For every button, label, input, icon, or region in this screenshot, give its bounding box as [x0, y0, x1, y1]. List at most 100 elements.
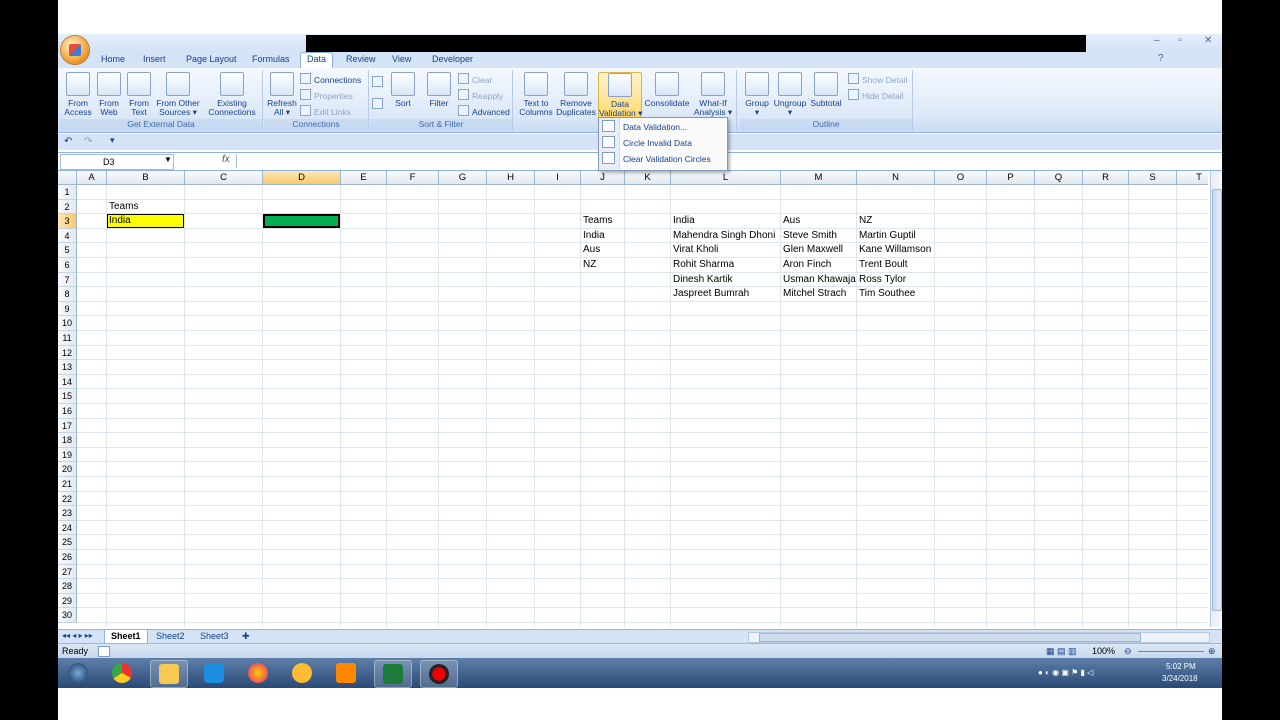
- from-access-button[interactable]: From Access: [62, 72, 94, 117]
- row-header-17[interactable]: 17: [58, 418, 77, 434]
- sheet-tab-sheet2[interactable]: Sheet2: [150, 630, 191, 643]
- clear-filter-button[interactable]: Clear: [458, 73, 492, 85]
- firefox-icon[interactable]: [240, 660, 276, 686]
- show-detail-button[interactable]: Show Detail: [848, 73, 907, 85]
- chrome-icon[interactable]: [104, 660, 140, 686]
- select-all-corner[interactable]: [58, 171, 77, 185]
- row-header-8[interactable]: 8: [58, 287, 77, 302]
- cell-j4[interactable]: India: [581, 229, 605, 243]
- what-if-analysis-button[interactable]: What-If Analysis ▾: [692, 72, 734, 117]
- cell-m5[interactable]: Glen Maxwell: [781, 243, 843, 257]
- existing-connections-button[interactable]: Existing Connections: [206, 72, 258, 117]
- column-header-t[interactable]: T: [1177, 171, 1208, 185]
- row-header-28[interactable]: 28: [58, 579, 77, 594]
- column-header-d[interactable]: D: [263, 171, 341, 185]
- row-header-20[interactable]: 20: [58, 462, 77, 477]
- fx-icon[interactable]: fx: [222, 154, 230, 165]
- cell-j5[interactable]: Aus: [581, 243, 600, 257]
- clock-date[interactable]: 3/24/2018: [1162, 674, 1198, 683]
- start-orb-icon[interactable]: [60, 660, 96, 686]
- edit-links-button[interactable]: Edit Links: [300, 105, 351, 117]
- cell-n3[interactable]: NZ: [857, 214, 872, 228]
- row-header-15[interactable]: 15: [58, 389, 77, 404]
- text-to-columns-button[interactable]: Text to Columns: [516, 72, 556, 117]
- minimize-icon[interactable]: –: [1154, 35, 1160, 46]
- restore-icon[interactable]: ▫: [1178, 35, 1182, 46]
- skype-icon[interactable]: [196, 660, 232, 686]
- remove-duplicates-button[interactable]: Remove Duplicates: [556, 72, 596, 117]
- column-header-o[interactable]: O: [935, 171, 987, 185]
- column-header-q[interactable]: Q: [1035, 171, 1083, 185]
- row-header-24[interactable]: 24: [58, 520, 77, 536]
- zoom-in-icon[interactable]: ⊕: [1208, 646, 1216, 657]
- from-text-button[interactable]: From Text: [124, 72, 154, 117]
- tab-home[interactable]: Home: [101, 54, 125, 64]
- insert-sheet-icon[interactable]: ✚: [236, 630, 256, 643]
- cell-n6[interactable]: Trent Boult: [857, 258, 908, 272]
- column-header-j[interactable]: J: [581, 171, 625, 185]
- column-header-n[interactable]: N: [857, 171, 935, 185]
- cell-m3[interactable]: Aus: [781, 214, 800, 228]
- column-header-f[interactable]: F: [387, 171, 439, 185]
- cell-n8[interactable]: Tim Southee: [857, 287, 915, 301]
- row-header-26[interactable]: 26: [58, 550, 77, 565]
- name-box[interactable]: D3: [60, 154, 174, 170]
- advanced-filter-button[interactable]: Advanced: [458, 105, 510, 117]
- cell-b2[interactable]: Teams: [107, 200, 138, 214]
- column-header-e[interactable]: E: [341, 171, 387, 185]
- sheet-tab-sheet1[interactable]: Sheet1: [104, 630, 148, 644]
- cell-n7[interactable]: Ross Tylor: [857, 273, 906, 287]
- zoom-slider[interactable]: [1138, 651, 1204, 652]
- row-header-14[interactable]: 14: [58, 374, 77, 390]
- row-header-7[interactable]: 7: [58, 272, 77, 288]
- clock-time[interactable]: 5:02 PM: [1166, 662, 1196, 671]
- view-buttons-icon[interactable]: ▦ ▤ ▥: [1046, 646, 1077, 657]
- column-header-s[interactable]: S: [1129, 171, 1177, 185]
- horizontal-scrollbar[interactable]: [748, 632, 1210, 643]
- cell-m8[interactable]: Mitchel Strach: [781, 287, 846, 301]
- from-other-sources-button[interactable]: From Other Sources ▾: [154, 72, 202, 117]
- consolidate-button[interactable]: Consolidate: [644, 72, 690, 108]
- column-header-p[interactable]: P: [987, 171, 1035, 185]
- menu-circle-invalid-data[interactable]: Circle Invalid Data: [602, 136, 692, 151]
- row-header-11[interactable]: 11: [58, 331, 77, 346]
- data-validation-button[interactable]: Data Validation ▾: [598, 72, 642, 122]
- cell-fill-d3[interactable]: [263, 214, 340, 228]
- row-header-30[interactable]: 30: [58, 608, 77, 623]
- undo-icon[interactable]: ↶: [64, 136, 72, 147]
- close-icon[interactable]: ✕: [1204, 35, 1212, 46]
- name-box-dropdown-icon[interactable]: ▼: [164, 155, 172, 164]
- row-header-4[interactable]: 4: [58, 228, 77, 244]
- row-header-13[interactable]: 13: [58, 360, 77, 375]
- hide-detail-button[interactable]: Hide Detail: [848, 89, 904, 101]
- menu-data-validation[interactable]: Data Validation...: [602, 120, 687, 135]
- redo-icon[interactable]: ↷: [84, 136, 92, 147]
- sheet-tab-sheet3[interactable]: Sheet3: [194, 630, 235, 643]
- column-header-k[interactable]: K: [625, 171, 671, 185]
- cell-j3[interactable]: Teams: [581, 214, 612, 228]
- row-header-29[interactable]: 29: [58, 593, 77, 609]
- cell-b3[interactable]: India: [107, 214, 131, 228]
- tab-insert[interactable]: Insert: [143, 54, 166, 64]
- cell-j6[interactable]: NZ: [581, 258, 596, 272]
- row-header-25[interactable]: 25: [58, 535, 77, 550]
- row-header-16[interactable]: 16: [58, 404, 77, 419]
- zoom-out-icon[interactable]: ⊖: [1124, 646, 1132, 657]
- from-web-button[interactable]: From Web: [94, 72, 124, 117]
- column-header-a[interactable]: A: [77, 171, 107, 185]
- column-header-g[interactable]: G: [439, 171, 487, 185]
- tab-developer[interactable]: Developer: [432, 54, 473, 64]
- excel-icon[interactable]: [374, 660, 412, 688]
- row-header-22[interactable]: 22: [58, 491, 77, 507]
- row-header-6[interactable]: 6: [58, 258, 77, 273]
- column-header-h[interactable]: H: [487, 171, 535, 185]
- media-icon[interactable]: [328, 660, 364, 686]
- cell-l6[interactable]: Rohit Sharma: [671, 258, 734, 272]
- refresh-all-button[interactable]: Refresh All ▾: [266, 72, 298, 117]
- sort-button[interactable]: Sort: [388, 72, 418, 108]
- cell-m6[interactable]: Aron Finch: [781, 258, 831, 272]
- ungroup-button[interactable]: Ungroup ▾: [772, 72, 808, 117]
- filter-button[interactable]: Filter: [424, 72, 454, 108]
- column-header-i[interactable]: I: [535, 171, 581, 185]
- row-header-10[interactable]: 10: [58, 316, 77, 331]
